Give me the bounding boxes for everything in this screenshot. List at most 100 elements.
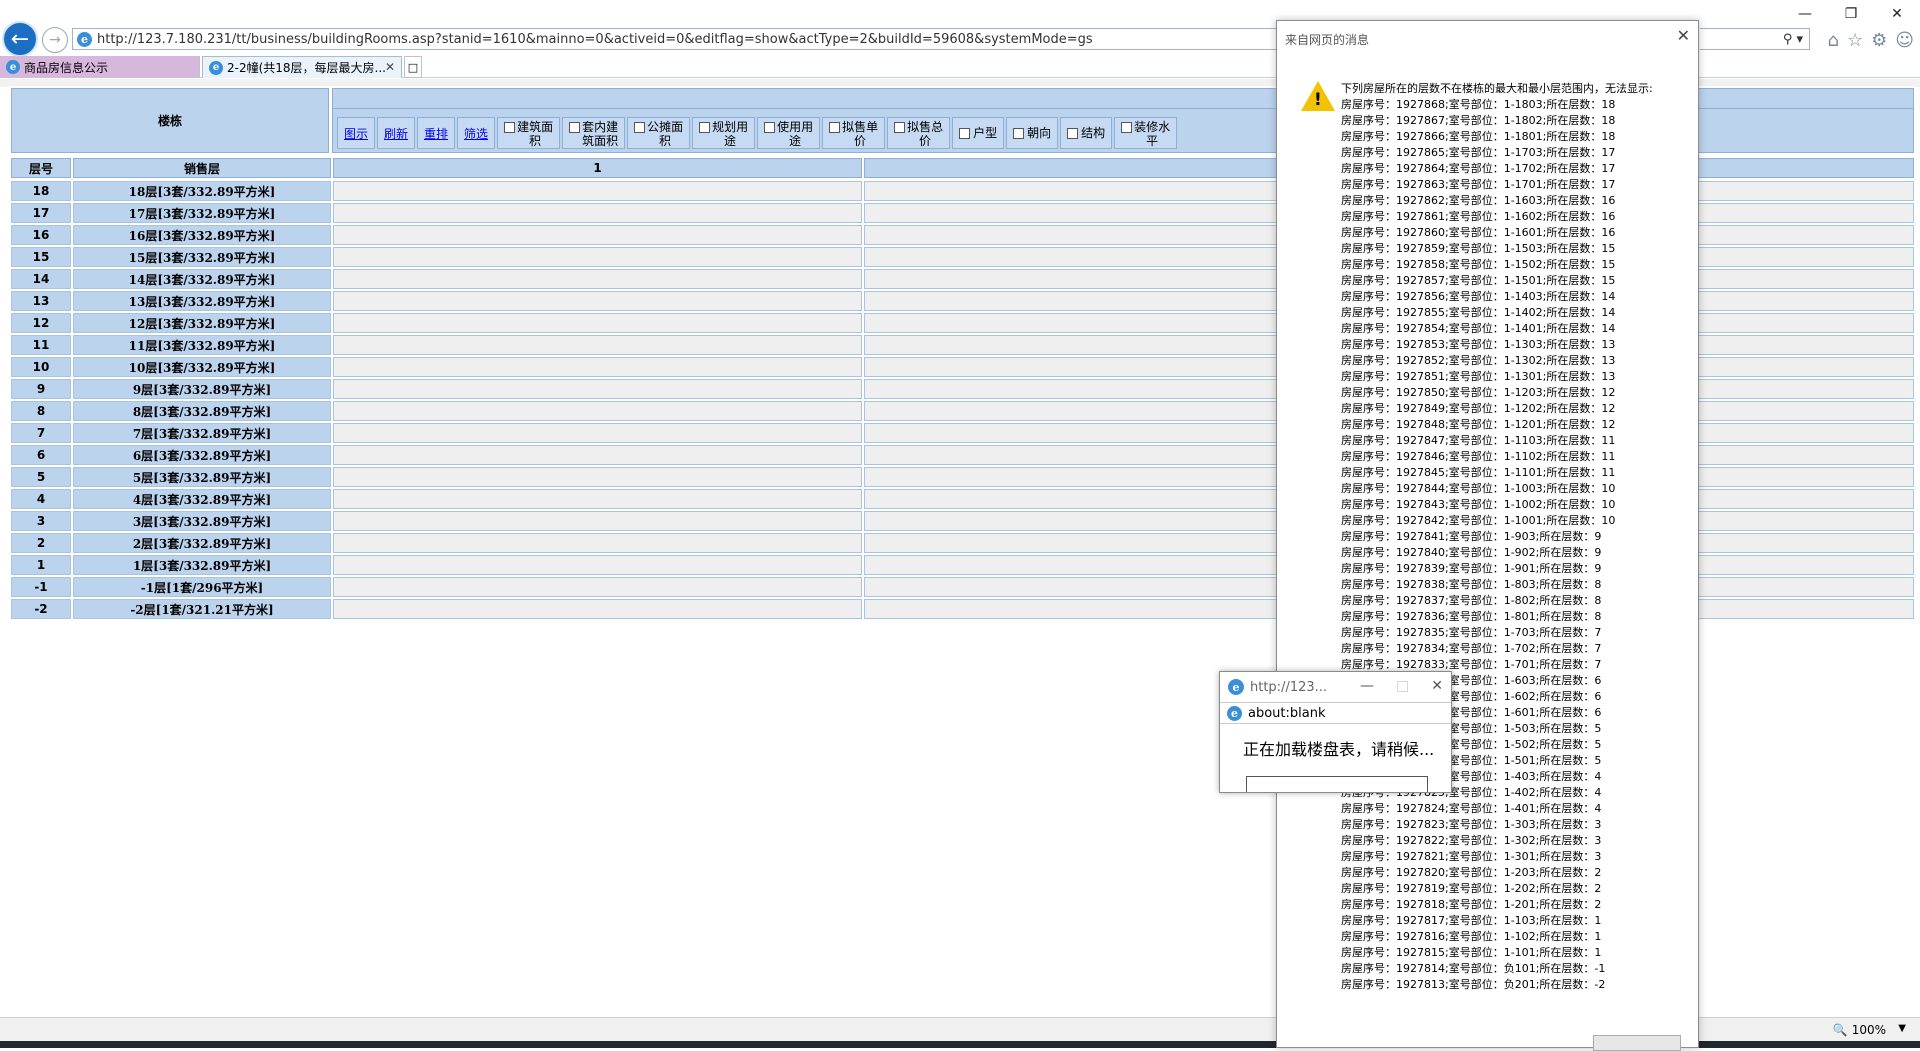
floor-number: -2 xyxy=(11,599,71,619)
home-icon[interactable]: ⌂ xyxy=(1828,30,1839,51)
minimize-icon[interactable]: — xyxy=(1782,0,1828,28)
dialog-line: 房屋序号：1927839;室号部位：1-901;所在层数：9 xyxy=(1341,562,1602,575)
sale-floor-summary: -1层[1套/296平方米] xyxy=(73,577,331,597)
gear-icon[interactable]: ⚙ xyxy=(1871,30,1887,51)
sale-floor-summary: 16层[3套/332.89平方米] xyxy=(73,225,331,245)
close-window-icon[interactable]: ✕ xyxy=(1874,0,1920,28)
dialog-line: 房屋序号：1927863;室号部位：1-1701;所在层数：17 xyxy=(1341,178,1616,191)
dialog-line: 房屋序号：1927857;室号部位：1-1501;所在层数：15 xyxy=(1341,274,1616,287)
dialog-line: 房屋序号：1927824;室号部位：1-401;所在层数：4 xyxy=(1341,802,1602,815)
ie-popup-icon: e xyxy=(1228,679,1244,695)
unit-1-cell xyxy=(333,401,862,421)
floor-number: 13 xyxy=(11,291,71,311)
smiley-icon[interactable]: ☺ xyxy=(1895,30,1914,51)
checkbox-unit-price[interactable]: 拟售单价 xyxy=(822,117,886,149)
tab-building[interactable]: e 2-2幢(共18层，每层最大房... ✕ xyxy=(202,56,402,78)
favorites-star-icon[interactable]: ☆ xyxy=(1847,30,1863,51)
dialog-line: 房屋序号：1927859;室号部位：1-1503;所在层数：15 xyxy=(1341,242,1616,255)
popup-window-controls: — □ ✕ xyxy=(1360,678,1443,694)
loading-message: 正在加载楼盘表，请稍候... xyxy=(1243,740,1435,759)
checkbox-building-area[interactable]: 建筑面积 xyxy=(497,117,561,149)
dialog-line: 房屋序号：1927860;室号部位：1-1601;所在层数：16 xyxy=(1341,226,1616,239)
back-button[interactable]: ← xyxy=(2,21,38,57)
floor-number: 18 xyxy=(11,181,71,201)
dialog-line: 房屋序号：1927858;室号部位：1-1502;所在层数：15 xyxy=(1341,258,1616,271)
checkbox-layout[interactable]: 户型 xyxy=(952,117,1005,149)
rearrange-link[interactable]: 重排 xyxy=(424,125,448,142)
floor-number: 2 xyxy=(11,533,71,553)
address-bar[interactable]: e http://123.7.180.231/tt/business/build… xyxy=(72,28,1287,50)
checkbox[interactable] xyxy=(829,122,841,133)
unit-1-cell xyxy=(333,181,862,201)
checkbox[interactable] xyxy=(699,122,711,133)
diagram-link[interactable]: 图示 xyxy=(344,125,368,142)
checkbox[interactable] xyxy=(1121,122,1133,133)
checkbox[interactable] xyxy=(1013,127,1025,139)
sale-floor-summary: 8层[3套/332.89平方米] xyxy=(73,401,331,421)
checkbox[interactable] xyxy=(1067,127,1079,139)
popup-minimize-icon[interactable]: — xyxy=(1360,678,1374,694)
checkbox-planned-use[interactable]: 规划用途 xyxy=(692,117,756,149)
zoom-dropdown-icon[interactable]: ▼ xyxy=(1898,1023,1906,1034)
dialog-line: 房屋序号：1927844;室号部位：1-1003;所在层数：10 xyxy=(1341,482,1616,495)
unit-1-cell xyxy=(333,269,862,289)
tab-close-icon[interactable]: ✕ xyxy=(385,60,395,74)
restore-icon[interactable]: ❐ xyxy=(1828,0,1874,28)
checkbox[interactable] xyxy=(894,122,906,133)
dialog-title: 来自网页的消息 xyxy=(1285,33,1370,47)
checkbox[interactable] xyxy=(569,122,581,133)
search-icon[interactable]: ⚲ ▾ xyxy=(1783,32,1803,47)
dialog-line: 房屋序号：1927822;室号部位：1-302;所在层数：3 xyxy=(1341,834,1602,847)
sale-floor-summary: 17层[3套/332.89平方米] xyxy=(73,203,331,223)
floor-number: 8 xyxy=(11,401,71,421)
address-text[interactable]: http://123.7.180.231/tt/business/buildin… xyxy=(97,32,1093,47)
dialog-line: 房屋序号：1927814;室号部位：负101;所在层数：-1 xyxy=(1341,962,1606,975)
new-tab-button[interactable]: □ xyxy=(404,56,422,78)
checkbox-shared-area[interactable]: 公摊面积 xyxy=(627,117,691,149)
checkbox-actual-use[interactable]: 使用用途 xyxy=(757,117,821,149)
checkbox[interactable] xyxy=(634,122,646,133)
checkbox-total-price[interactable]: 拟售总价 xyxy=(887,117,951,149)
dialog-line: 房屋序号：1927850;室号部位：1-1203;所在层数：12 xyxy=(1341,386,1616,399)
arrow-left-icon: ← xyxy=(10,26,30,52)
sale-floor-summary: 14层[3套/332.89平方米] xyxy=(73,269,331,289)
unit-1-cell xyxy=(333,335,862,355)
ie-tab-icon: e xyxy=(209,60,223,75)
dialog-line: 房屋序号：1927847;室号部位：1-1103;所在层数：11 xyxy=(1341,434,1616,447)
search-dropdown[interactable]: ⚲ ▾ xyxy=(1700,28,1810,50)
floor-number: 15 xyxy=(11,247,71,267)
unit-1-cell xyxy=(333,599,862,619)
checkbox-inner-area[interactable]: 套内建筑面积 xyxy=(562,117,626,149)
control-row: 图示 刷新 重排 筛选 建筑面积 套内建筑面积 公摊面积 规划用途 使用用途 拟… xyxy=(337,117,1179,149)
floor-number: 3 xyxy=(11,511,71,531)
zoom-level[interactable]: 🔍 100% xyxy=(1833,1023,1886,1037)
sale-floor-summary: 7层[3套/332.89平方米] xyxy=(73,423,331,443)
dialog-line: 房屋序号：1927855;室号部位：1-1402;所在层数：14 xyxy=(1341,306,1616,319)
dialog-close-icon[interactable]: ✕ xyxy=(1677,26,1690,45)
floor-number: 4 xyxy=(11,489,71,509)
unit-1-cell xyxy=(333,489,862,509)
dialog-line: 房屋序号：1927856;室号部位：1-1403;所在层数：14 xyxy=(1341,290,1616,303)
link-cell: 刷新 xyxy=(377,117,416,149)
checkbox-decoration[interactable]: 装修水平 xyxy=(1114,117,1178,149)
popup-maximize-icon[interactable]: □ xyxy=(1396,678,1409,694)
refresh-link[interactable]: 刷新 xyxy=(384,125,408,142)
dialog-line: 房屋序号：1927843;室号部位：1-1002;所在层数：10 xyxy=(1341,498,1616,511)
sale-floor-summary: 6层[3套/332.89平方米] xyxy=(73,445,331,465)
checkbox[interactable] xyxy=(764,122,776,133)
filter-link[interactable]: 筛选 xyxy=(464,125,488,142)
checkbox[interactable] xyxy=(959,127,971,139)
dialog-line: 房屋序号：1927849;室号部位：1-1202;所在层数：12 xyxy=(1341,402,1616,415)
dialog-line: 房屋序号：1927841;室号部位：1-903;所在层数：9 xyxy=(1341,530,1602,543)
dialog-ok-button[interactable] xyxy=(1593,1035,1681,1051)
dialog-intro: 下列房屋所在的层数不在楼栋的最大和最小层范围内，无法显示: xyxy=(1341,82,1653,95)
checkbox-structure[interactable]: 结构 xyxy=(1060,117,1113,149)
forward-button[interactable]: → xyxy=(42,27,68,53)
sale-floor-summary: 4层[3套/332.89平方米] xyxy=(73,489,331,509)
tab-product-info[interactable]: e 商品房信息公示 xyxy=(0,56,200,78)
checkbox-orientation[interactable]: 朝向 xyxy=(1006,117,1059,149)
checkbox[interactable] xyxy=(504,122,516,133)
popup-close-icon[interactable]: ✕ xyxy=(1431,678,1443,694)
sale-floor-summary: 15层[3套/332.89平方米] xyxy=(73,247,331,267)
dialog-line: 房屋序号：1927852;室号部位：1-1302;所在层数：13 xyxy=(1341,354,1616,367)
